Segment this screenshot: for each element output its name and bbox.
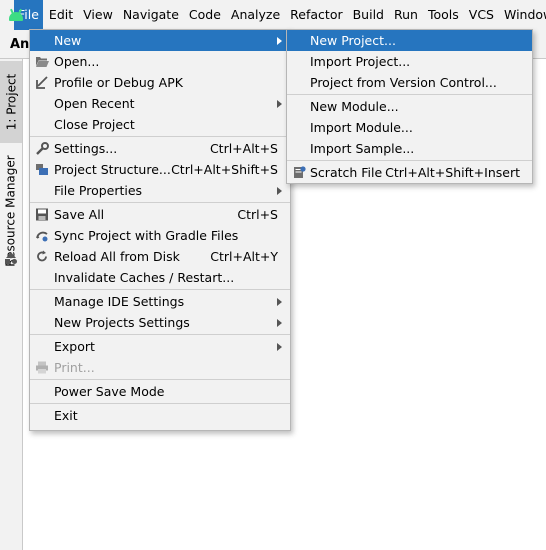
menu-item-close-project[interactable]: Close Project [30, 114, 290, 135]
menu-item-manage-ide-settings[interactable]: Manage IDE Settings [30, 291, 290, 312]
printer-icon [36, 361, 48, 374]
menu-run[interactable]: Run [390, 0, 422, 30]
resource-manager-label: Resource Manager [4, 155, 19, 267]
wrench-icon [36, 142, 49, 155]
menu-item-scratch-file[interactable]: Scratch File Ctrl+Alt+Shift+Insert [287, 162, 532, 183]
menu-navigate[interactable]: Navigate [119, 0, 183, 30]
submenu-arrow-icon [277, 100, 282, 108]
shortcut-label: Ctrl+Alt+Shift+S [171, 162, 278, 177]
menu-item-manage-ide-label: Manage IDE Settings [54, 294, 185, 309]
submenu-arrow-icon [277, 319, 282, 327]
menu-item-reload-disk[interactable]: Reload All from Disk Ctrl+Alt+Y [30, 246, 290, 267]
menu-item-new-project-label: New Project... [310, 33, 396, 48]
menu-separator [287, 94, 532, 95]
menu-item-invalidate-caches-label: Invalidate Caches / Restart... [54, 270, 235, 285]
resource-manager-icon [5, 252, 17, 264]
menu-window[interactable]: Window [500, 0, 546, 30]
menu-item-save-all-label: Save All [54, 207, 105, 222]
file-menu: New Open... Profile or Debug APK Open Re… [29, 29, 291, 431]
submenu-arrow-icon [277, 343, 282, 351]
submenu-arrow-icon [277, 298, 282, 306]
menu-item-project-from-vcs[interactable]: Project from Version Control... [287, 72, 532, 93]
menu-item-reload-disk-label: Reload All from Disk [54, 249, 180, 264]
menu-item-profile-debug-label: Profile or Debug APK [54, 75, 183, 90]
menu-separator [287, 160, 532, 161]
menu-item-new[interactable]: New [30, 30, 290, 51]
menu-item-import-project[interactable]: Import Project... [287, 51, 532, 72]
save-icon [36, 208, 48, 221]
menu-item-close-project-label: Close Project [54, 117, 135, 132]
menu-analyze[interactable]: Analyze [227, 0, 284, 30]
project-breadcrumb[interactable]: An [10, 37, 30, 52]
project-tab-label: 1: Project [4, 73, 18, 131]
menu-item-export-label: Export [54, 339, 95, 354]
arrow-down-left-icon [36, 76, 48, 89]
menu-view[interactable]: View [79, 0, 117, 30]
submenu-arrow-icon [277, 187, 282, 195]
shortcut-label: Ctrl+Alt+S [209, 141, 278, 156]
menu-item-settings[interactable]: Settings... Ctrl+Alt+S [30, 138, 290, 159]
shortcut-label: Ctrl+S [237, 207, 278, 222]
menu-item-new-module-label: New Module... [310, 99, 399, 114]
menu-item-new-project[interactable]: New Project... [287, 30, 532, 51]
menu-item-new-module[interactable]: New Module... [287, 96, 532, 117]
menu-separator [30, 202, 290, 203]
project-tool-tab[interactable]: 1: Project [0, 61, 22, 143]
menu-item-open-recent[interactable]: Open Recent [30, 93, 290, 114]
shortcut-label: Ctrl+Alt+Shift+Insert [385, 165, 520, 180]
menu-vcs[interactable]: VCS [465, 0, 498, 30]
folder-open-icon [36, 57, 49, 67]
left-tool-strip: 1: Project Resource Manager [0, 59, 23, 550]
menu-item-sync-gradle-label: Sync Project with Gradle Files [54, 228, 239, 243]
menu-refactor[interactable]: Refactor [286, 0, 346, 30]
menu-item-print-label: Print... [54, 360, 95, 375]
menu-item-print: Print... [30, 357, 290, 378]
menu-item-exit[interactable]: Exit [30, 405, 290, 426]
gradle-sync-icon [36, 231, 48, 242]
menu-tools[interactable]: Tools [424, 0, 463, 30]
menu-item-power-save-mode[interactable]: Power Save Mode [30, 381, 290, 402]
menu-item-export[interactable]: Export [30, 336, 290, 357]
shortcut-label: Ctrl+Alt+Y [210, 249, 278, 264]
submenu-arrow-icon [277, 37, 282, 45]
menu-item-import-sample-label: Import Sample... [310, 141, 415, 156]
menu-edit[interactable]: Edit [45, 0, 77, 30]
menu-item-scratch-file-label: Scratch File [310, 165, 383, 180]
menu-item-import-module[interactable]: Import Module... [287, 117, 532, 138]
menu-item-exit-label: Exit [54, 408, 78, 423]
menu-item-settings-label: Settings... [54, 141, 118, 156]
menu-item-save-all[interactable]: Save All Ctrl+S [30, 204, 290, 225]
menu-item-new-label: New [54, 33, 82, 48]
menu-bar: File Edit View Navigate Code Analyze Ref… [0, 0, 546, 30]
menu-item-file-properties-label: File Properties [54, 183, 143, 198]
reload-icon [37, 250, 47, 262]
menu-item-open-label: Open... [54, 54, 100, 69]
menu-item-project-structure[interactable]: Project Structure... Ctrl+Alt+Shift+S [30, 159, 290, 180]
menu-item-import-project-label: Import Project... [310, 54, 411, 69]
menu-item-project-structure-label: Project Structure... [54, 162, 171, 177]
menu-separator [30, 136, 290, 137]
menu-build[interactable]: Build [349, 0, 388, 30]
menu-separator [30, 403, 290, 404]
menu-item-file-properties[interactable]: File Properties [30, 180, 290, 201]
menu-item-invalidate-caches[interactable]: Invalidate Caches / Restart... [30, 267, 290, 288]
menu-separator [30, 334, 290, 335]
menu-item-new-projects-settings[interactable]: New Projects Settings [30, 312, 290, 333]
new-submenu: New Project... Import Project... Project… [286, 29, 533, 184]
menu-item-import-sample[interactable]: Import Sample... [287, 138, 532, 159]
menu-item-sync-gradle[interactable]: Sync Project with Gradle Files [30, 225, 290, 246]
menu-separator [30, 379, 290, 380]
menu-separator [30, 289, 290, 290]
menu-item-profile-debug-apk[interactable]: Profile or Debug APK [30, 72, 290, 93]
menu-item-open[interactable]: Open... [30, 51, 290, 72]
project-structure-icon [36, 164, 48, 175]
menu-item-open-recent-label: Open Recent [54, 96, 135, 111]
menu-code[interactable]: Code [185, 0, 225, 30]
scratch-file-icon [294, 166, 306, 178]
menu-item-new-projects-settings-label: New Projects Settings [54, 315, 190, 330]
menu-item-power-save-label: Power Save Mode [54, 384, 165, 399]
menu-item-project-from-vcs-label: Project from Version Control... [310, 75, 497, 90]
menu-item-import-module-label: Import Module... [310, 120, 413, 135]
